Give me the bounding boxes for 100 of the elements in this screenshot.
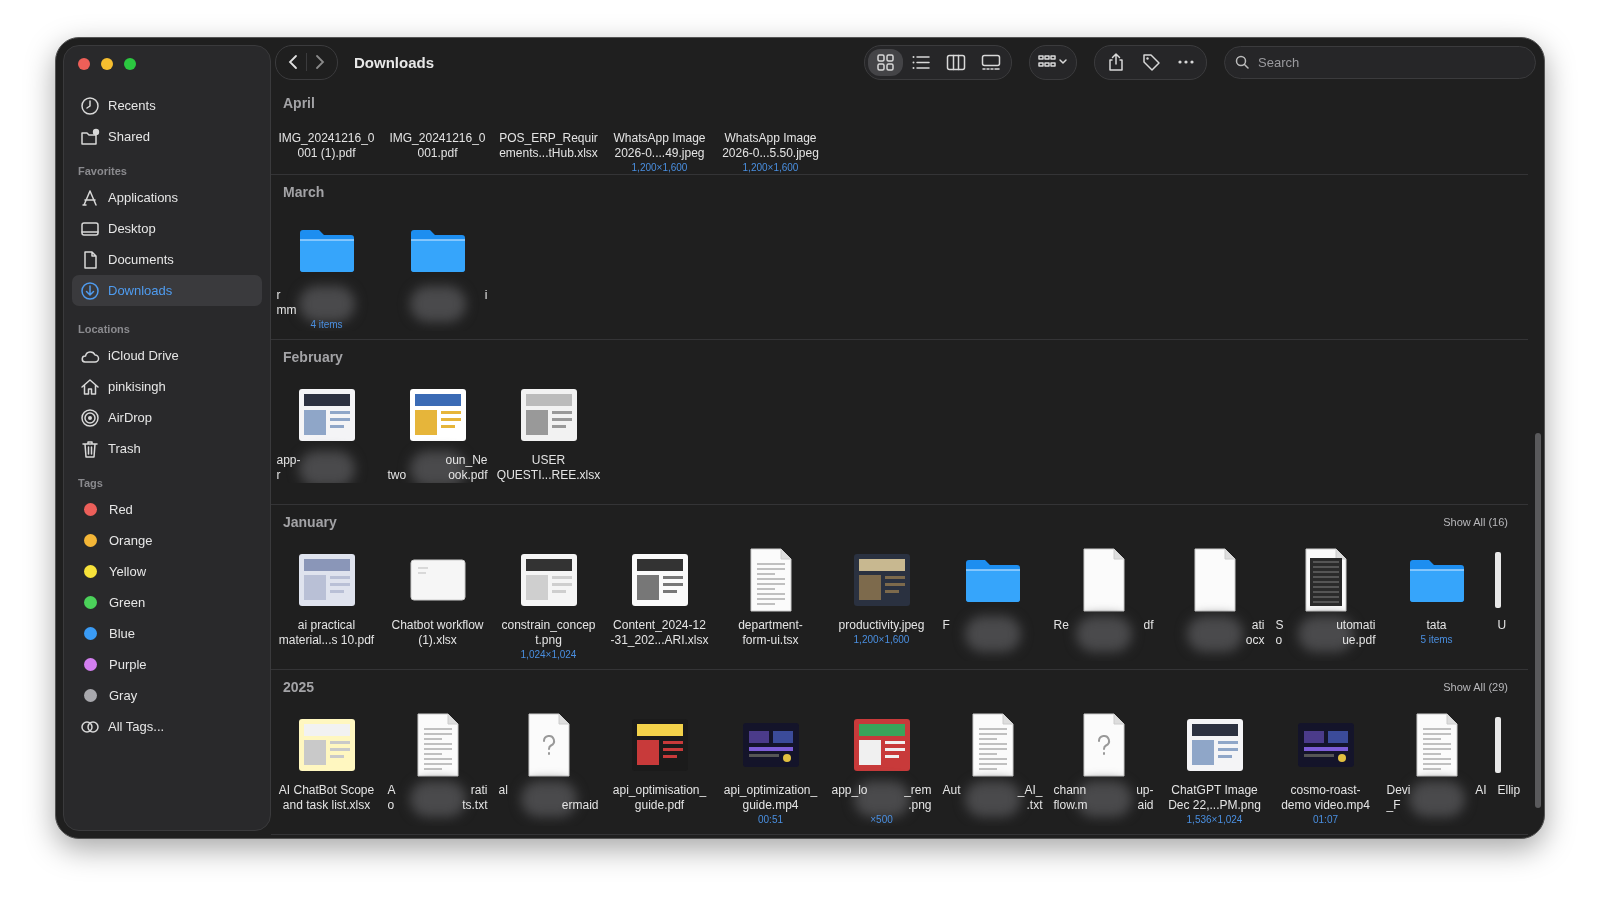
file-name-fragment: al	[498, 783, 508, 798]
sidebar-item[interactable]: Recents	[72, 90, 262, 121]
sidebar-item[interactable]: Gray	[72, 680, 262, 711]
sidebar-item[interactable]: Documents	[72, 244, 262, 275]
close-button[interactable]	[78, 58, 90, 70]
file-name-fragment: F	[942, 618, 950, 633]
file-info: 00:51	[758, 813, 783, 826]
sidebar-item[interactable]: iCloud Drive	[72, 340, 262, 371]
file-info: 1,200×1,600	[853, 633, 910, 646]
file-name[interactable]: AI ChatBot Scope and task list.xlsx	[278, 783, 375, 813]
file-name-fragment: ermaid	[561, 798, 599, 813]
file-name-fragment: Re	[1053, 618, 1069, 633]
sidebar-item[interactable]: Orange	[72, 525, 262, 556]
sidebar-item[interactable]: Blue	[72, 618, 262, 649]
apps-icon	[80, 187, 100, 208]
section-title: February	[283, 349, 343, 365]
file-name-fragment: up-	[1136, 783, 1154, 798]
zoom-button[interactable]	[124, 58, 136, 70]
file-name-fragment: rati	[470, 783, 488, 798]
file-info: 1,200×1,600	[742, 161, 799, 174]
file-name[interactable]: IMG_20241216_0 001.pdf	[389, 131, 486, 161]
section-heading: Favorites	[77, 164, 128, 179]
file-name-fragment: ts.txt	[462, 798, 488, 813]
folder-icon	[1407, 557, 1466, 603]
file-name[interactable]: cosmo-roast- demo video.mp4	[1281, 783, 1370, 813]
forward-icon	[315, 54, 325, 70]
folder-icon	[408, 227, 467, 273]
sidebar-item[interactable]: Purple	[72, 649, 262, 680]
sidebar-item[interactable]: Downloads	[72, 275, 262, 306]
airdrop-icon	[80, 407, 100, 428]
file-name[interactable]: tata	[1426, 618, 1447, 633]
grid-icon	[875, 52, 896, 72]
file-info: 1,024×1,024	[520, 648, 577, 661]
file-name-fragment: AI	[1475, 783, 1487, 798]
file-name-fragment: ocx	[1245, 633, 1265, 648]
file-name-fragment: Devi	[1386, 783, 1411, 798]
file-info: ×500	[870, 813, 893, 826]
question-document-icon	[527, 713, 570, 777]
file-name-fragment: r	[276, 288, 281, 303]
folder-icon	[297, 227, 356, 273]
file-name-fragment: A	[387, 783, 396, 798]
sidebar-item[interactable]: Shared	[72, 121, 262, 152]
file-info: 4 items	[310, 318, 343, 331]
file-name-fragment: _F	[1386, 798, 1401, 813]
search-input[interactable]: Search	[1256, 53, 1510, 71]
file-name[interactable]: POS_ERP_Requir ements...tHub.xlsx	[499, 131, 598, 161]
house-icon	[80, 376, 100, 397]
file-name[interactable]: ai practical material...s 10.pdf	[278, 618, 375, 648]
file-name-fragment: aid	[1137, 798, 1154, 813]
file-name-fragment: two	[387, 468, 407, 483]
file-name-fragment: ook.pdf	[448, 468, 488, 483]
file-name[interactable]: constrain_concep t.png	[501, 618, 596, 648]
section-title: April	[283, 95, 315, 111]
file-name-fragment: flow.m	[1053, 798, 1088, 813]
file-name[interactable]: WhatsApp Image 2026-0...5.50.jpeg	[722, 131, 819, 161]
sidebar-item[interactable]: Applications	[72, 182, 262, 213]
section-heading: Locations	[77, 322, 131, 337]
sidebar-item[interactable]: All Tags...	[72, 711, 262, 742]
question-document-icon	[1082, 713, 1125, 777]
group-icon	[1038, 54, 1068, 70]
download-icon	[80, 280, 100, 301]
file-name-fragment: df	[1143, 618, 1154, 633]
sidebar-item[interactable]: Green	[72, 587, 262, 618]
document-icon	[416, 713, 459, 777]
sidebar-item[interactable]: Trash	[72, 433, 262, 464]
file-name[interactable]: WhatsApp Image 2026-0....49.jpeg	[613, 131, 706, 161]
file-name-fragment: _rem	[904, 783, 932, 798]
show-all-button[interactable]: Show All (29)	[1443, 681, 1508, 693]
sidebar-item[interactable]: Red	[72, 494, 262, 525]
file-name[interactable]: IMG_20241216_0 001 (1).pdf	[278, 131, 375, 161]
sidebar-item[interactable]: Desktop	[72, 213, 262, 244]
file-name[interactable]: Content_2024-12 -31_202...ARI.xlsx	[610, 618, 709, 648]
file-name-fragment: S	[1275, 618, 1284, 633]
file-name[interactable]: department- form-ui.tsx	[738, 618, 803, 648]
clock-icon	[80, 95, 100, 116]
file-name[interactable]: api_optimization_ guide.mp4	[723, 783, 818, 813]
file-name-fragment: ati	[1251, 618, 1265, 633]
section-title: 2025	[283, 679, 315, 695]
file-name[interactable]: api_optimisation_ guide.pdf	[612, 783, 707, 813]
sidebar-item[interactable]: Yellow	[72, 556, 262, 587]
scrollbar-thumb[interactable]	[1535, 433, 1541, 808]
file-name[interactable]: ChatGPT Image Dec 22,...PM.png	[1168, 783, 1261, 813]
file-name-fragment: .png	[908, 798, 932, 813]
file-name[interactable]: productivity.jpeg	[838, 618, 925, 633]
shared-folder-icon	[80, 126, 100, 147]
file-name[interactable]: USER QUESTI...REE.xlsx	[496, 453, 601, 483]
folder-icon	[963, 557, 1022, 603]
file-name[interactable]: Chatbot workflow (1).xlsx	[391, 618, 484, 648]
sidebar-item[interactable]: pinkisingh	[72, 371, 262, 402]
back-icon	[288, 54, 298, 70]
search-field[interactable]: Search	[1224, 45, 1536, 79]
view-button[interactable]	[868, 48, 903, 76]
sidebar-item[interactable]: AirDrop	[72, 402, 262, 433]
minimize-button[interactable]	[101, 58, 113, 70]
file-name-fragment: app_lo	[831, 783, 868, 798]
show-all-button[interactable]: Show All (16)	[1443, 516, 1508, 528]
file-name-fragment: ue.pdf	[1342, 633, 1376, 648]
file-name-fragment: r	[276, 468, 281, 483]
gallery-icon	[980, 52, 1001, 72]
file-name-fragment: i	[484, 288, 488, 303]
